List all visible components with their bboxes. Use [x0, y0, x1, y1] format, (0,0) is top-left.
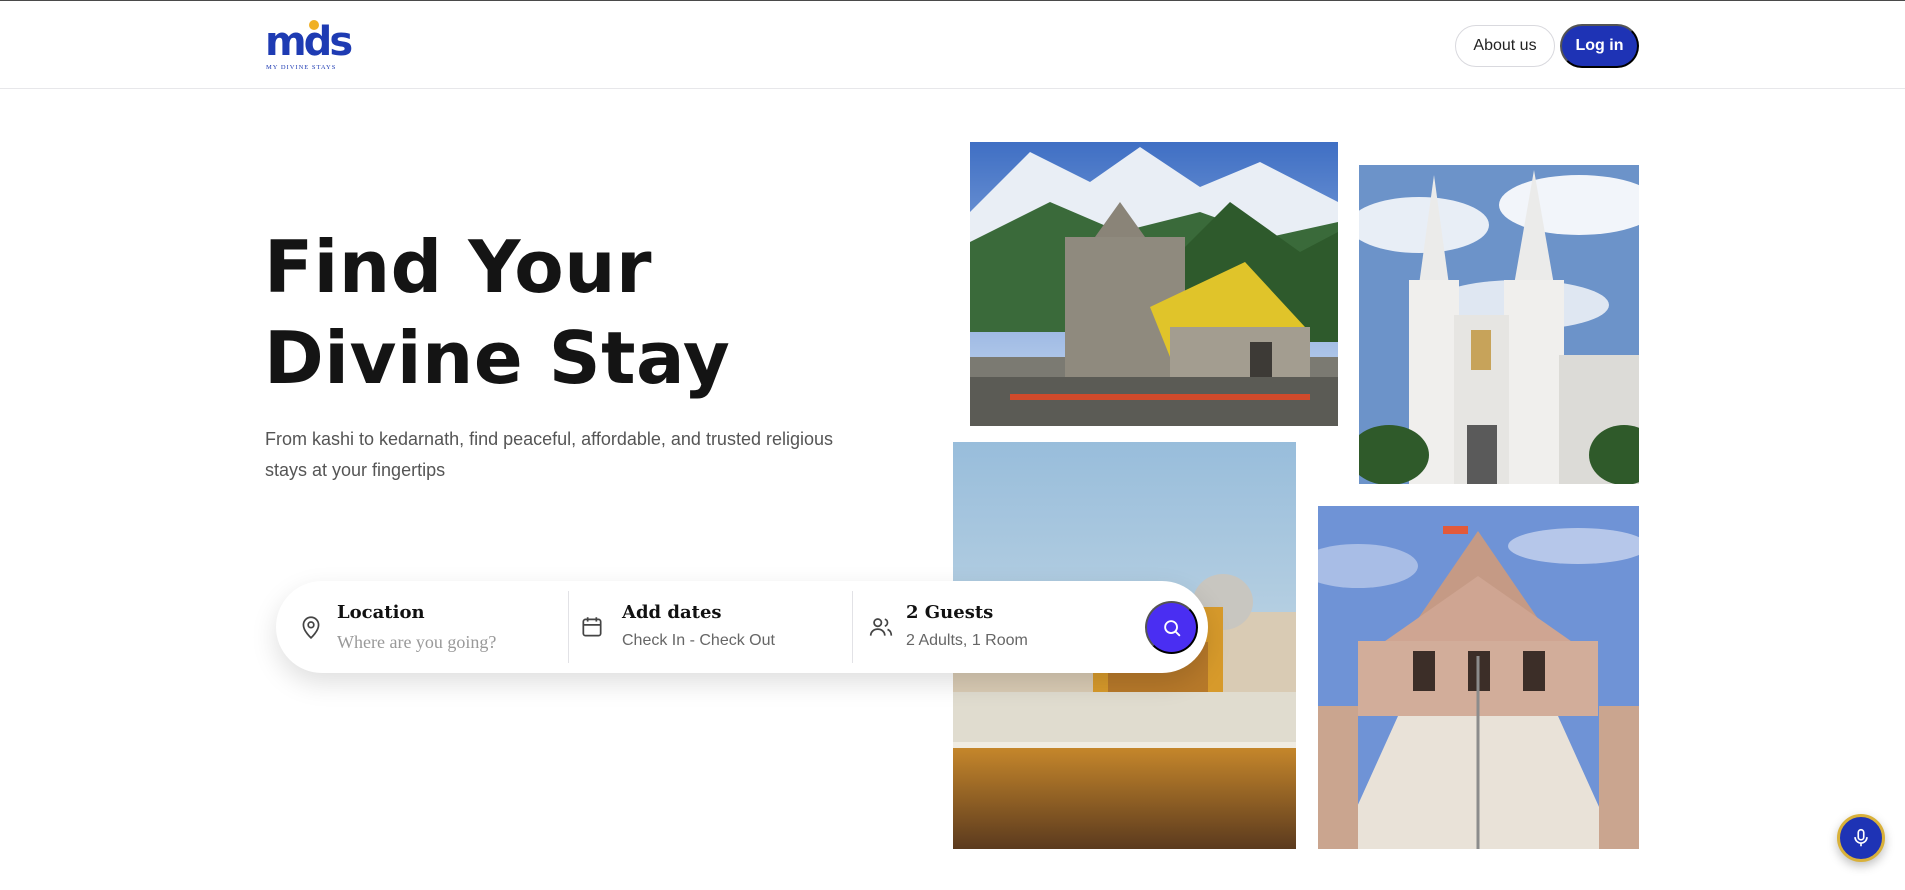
logo-tagline: MY DIVINE STAYS — [266, 64, 337, 71]
hero-subtitle-line-1: From kashi to kedarnath, find peaceful, … — [265, 429, 834, 449]
microphone-icon — [1854, 828, 1868, 847]
dates-segment[interactable]: Add dates Check In - Check Out — [569, 581, 854, 673]
location-label: Location — [337, 602, 425, 623]
login-button[interactable]: Log in — [1560, 24, 1639, 68]
users-icon — [869, 618, 893, 636]
location-input[interactable] — [337, 632, 537, 653]
top-nav: mds MY DIVINE STAYS About us Log in — [0, 1, 1905, 89]
white-church-photo — [1359, 165, 1639, 484]
search-icon — [1163, 619, 1180, 636]
search-button[interactable] — [1145, 601, 1198, 654]
kedarnath-temple-photo — [970, 142, 1338, 426]
logo-word: mds — [265, 19, 353, 65]
guests-value: 2 Adults, 1 Room — [906, 632, 1028, 649]
stone-temple-stairs-photo — [1318, 506, 1639, 849]
dates-label: Add dates — [622, 602, 722, 623]
logo-accent-dot — [309, 20, 319, 30]
about-us-button[interactable]: About us — [1455, 25, 1555, 67]
search-divider — [852, 591, 853, 663]
hero-title: Find Your Divine Stay — [264, 222, 730, 404]
voice-assistant-button[interactable] — [1837, 814, 1885, 862]
hero-subtitle-line-2: stays at your fingertips — [265, 460, 446, 480]
map-pin-icon — [302, 616, 320, 639]
dates-value: Check In - Check Out — [622, 632, 775, 649]
guests-segment[interactable]: 2 Guests 2 Adults, 1 Room — [854, 581, 1134, 673]
location-segment[interactable]: Location — [276, 581, 569, 673]
hero-subtitle: From kashi to kedarnath, find peaceful, … — [265, 424, 885, 486]
search-bar: Location Add dates Check In - Check Out … — [276, 581, 1208, 673]
hero-title-line-1: Find Your — [264, 225, 652, 309]
hero-title-line-2: Divine Stay — [264, 316, 731, 400]
guests-label: 2 Guests — [906, 602, 994, 623]
site-logo[interactable]: mds MY DIVINE STAYS — [265, 19, 361, 75]
calendar-icon — [582, 617, 602, 637]
